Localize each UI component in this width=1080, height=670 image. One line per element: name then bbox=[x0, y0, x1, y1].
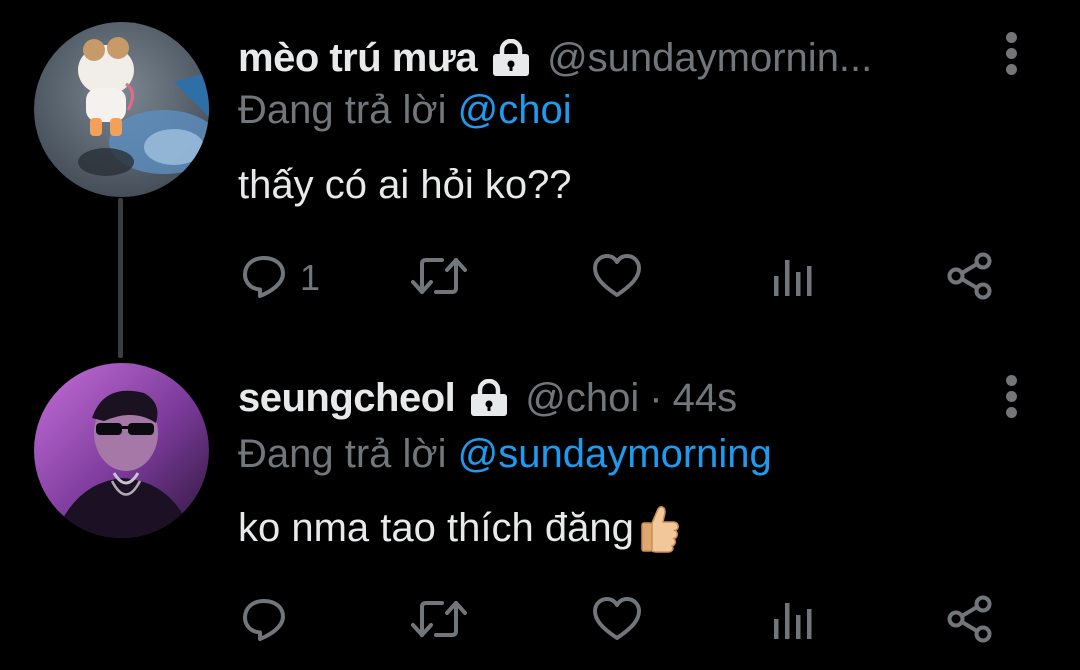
like-icon bbox=[592, 252, 642, 305]
more-icon[interactable] bbox=[1004, 32, 1018, 75]
tweet[interactable]: mèo trú mưa @sundaymornin... Đang trả lờ… bbox=[0, 0, 1080, 335]
like-button[interactable] bbox=[592, 593, 654, 649]
reply-icon bbox=[240, 252, 288, 305]
share-icon bbox=[945, 594, 995, 649]
retweet-icon bbox=[410, 595, 468, 648]
reply-button[interactable] bbox=[240, 593, 300, 649]
lock-icon bbox=[467, 379, 511, 417]
replying-prefix: Đang trả lời bbox=[238, 432, 447, 476]
separator: · bbox=[649, 375, 663, 420]
tweet-text: ko nma tao thích đăng bbox=[238, 503, 682, 553]
timestamp[interactable]: 44s bbox=[673, 376, 738, 421]
action-bar: 1 bbox=[240, 250, 1000, 306]
avatar[interactable] bbox=[34, 363, 209, 538]
retweet-icon bbox=[410, 252, 468, 305]
views-button[interactable] bbox=[770, 593, 828, 649]
handle[interactable]: @sundaymornin... bbox=[547, 36, 872, 81]
reply-count: 1 bbox=[300, 257, 321, 298]
replying-prefix: Đang trả lời bbox=[238, 88, 447, 132]
replying-to: Đang trả lời @sundaymorning bbox=[238, 432, 772, 477]
like-button[interactable] bbox=[592, 250, 654, 306]
avatar[interactable] bbox=[34, 22, 209, 197]
tweet-header: seungcheol @choi · 44s bbox=[238, 372, 990, 424]
mention-link[interactable]: @choi bbox=[458, 88, 572, 132]
thumbs-up-emoji bbox=[638, 503, 682, 553]
share-button[interactable] bbox=[945, 250, 995, 306]
tweet-header: mèo trú mưa @sundaymornin... bbox=[238, 32, 990, 84]
tweet[interactable]: seungcheol @choi · 44s Đang trả lời @sun… bbox=[0, 345, 1080, 670]
reply-button[interactable]: 1 bbox=[240, 250, 320, 306]
like-icon bbox=[592, 595, 642, 648]
views-icon bbox=[770, 252, 816, 305]
lock-icon bbox=[489, 39, 533, 77]
more-icon[interactable] bbox=[1004, 375, 1018, 418]
retweet-button[interactable] bbox=[410, 593, 480, 649]
share-icon bbox=[945, 251, 995, 306]
display-name[interactable]: seungcheol bbox=[238, 376, 456, 421]
share-button[interactable] bbox=[945, 593, 995, 649]
tweet-text-content: thấy có ai hỏi ko?? bbox=[238, 163, 572, 207]
handle[interactable]: @choi bbox=[525, 376, 639, 421]
action-bar bbox=[240, 593, 1000, 649]
tweet-text-content: ko nma tao thích đăng bbox=[238, 505, 634, 550]
views-icon bbox=[770, 595, 816, 648]
reply-icon bbox=[240, 595, 288, 648]
retweet-button[interactable] bbox=[410, 250, 480, 306]
display-name[interactable]: mèo trú mưa bbox=[238, 36, 478, 81]
replying-to: Đang trả lời @choi bbox=[238, 88, 572, 133]
views-button[interactable] bbox=[770, 250, 828, 306]
tweet-text: thấy có ai hỏi ko?? bbox=[238, 163, 572, 208]
mention-link[interactable]: @sundaymorning bbox=[458, 432, 772, 476]
